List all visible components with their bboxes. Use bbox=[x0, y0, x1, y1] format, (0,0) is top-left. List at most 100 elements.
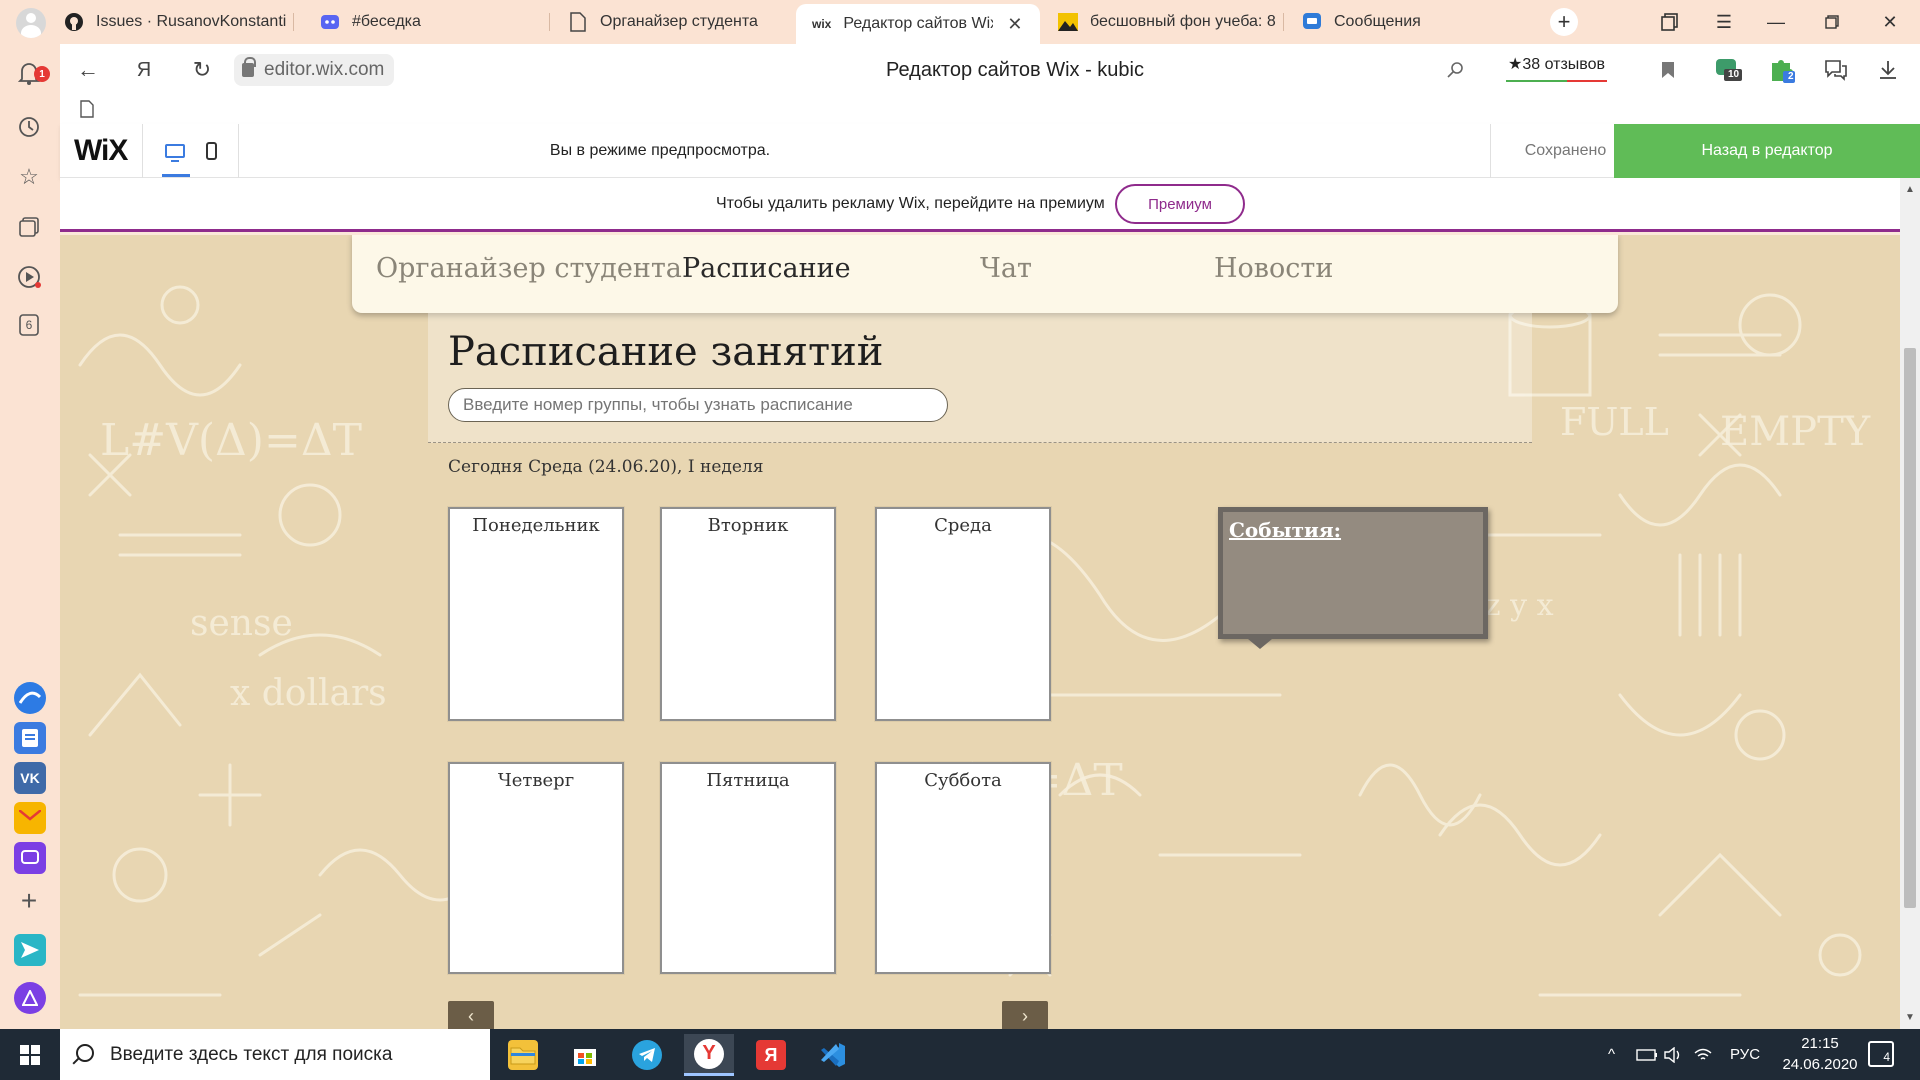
wifi-icon[interactable] bbox=[1694, 1029, 1712, 1080]
notifications-icon[interactable]: 4 bbox=[1868, 1041, 1894, 1067]
start-button[interactable] bbox=[0, 1029, 60, 1080]
mail-app-icon[interactable] bbox=[14, 802, 46, 834]
tab-discord[interactable]: #беседка bbox=[320, 4, 550, 40]
add-app-icon[interactable]: + bbox=[14, 885, 44, 916]
close-window-icon[interactable]: ✕ bbox=[1876, 8, 1904, 36]
next-week-button[interactable]: › bbox=[1002, 1001, 1048, 1029]
reload-icon[interactable]: ↻ bbox=[188, 56, 216, 84]
prev-week-button[interactable]: ‹ bbox=[448, 1001, 494, 1029]
store-icon[interactable] bbox=[560, 1034, 610, 1076]
bookmark-icon[interactable] bbox=[1654, 56, 1682, 84]
day-card-monday[interactable]: Понедельник bbox=[448, 507, 624, 721]
language-indicator[interactable]: РУС bbox=[1730, 1029, 1760, 1080]
tab-label: #беседка bbox=[352, 13, 421, 30]
show-hidden-icons-icon[interactable]: ^ bbox=[1608, 1029, 1615, 1080]
yandex-browser-icon[interactable]: Y bbox=[684, 1034, 734, 1076]
yandex-icon[interactable]: Я bbox=[746, 1034, 796, 1076]
lock-icon bbox=[242, 57, 256, 77]
restore-icon[interactable] bbox=[1818, 8, 1846, 36]
messenger-app-icon[interactable] bbox=[14, 842, 46, 874]
page-title: Редактор сайтов Wix - kubic bbox=[886, 59, 1144, 81]
day-card-thursday[interactable]: Четверг bbox=[448, 762, 624, 974]
tab-wix-editor[interactable]: wix Редактор сайтов Wix ✕ bbox=[796, 4, 1040, 44]
search-in-page-icon[interactable] bbox=[1442, 56, 1470, 84]
alice-assistant-icon[interactable] bbox=[14, 982, 46, 1014]
close-tab-icon[interactable]: ✕ bbox=[1007, 14, 1022, 35]
vk-messages-icon bbox=[1302, 12, 1322, 32]
file-icon[interactable] bbox=[80, 100, 94, 123]
chevron-left-icon: ‹ bbox=[468, 1005, 474, 1026]
clock-date: 24.06.2020 bbox=[1782, 1056, 1858, 1073]
file-explorer-icon[interactable] bbox=[498, 1034, 548, 1076]
schedule-header: Расписание занятий bbox=[428, 313, 1532, 443]
page-scrollbar[interactable]: ▲ ▼ bbox=[1900, 178, 1920, 1029]
scroll-down-icon[interactable]: ▼ bbox=[1904, 1012, 1916, 1024]
yandex-icon[interactable]: Я bbox=[130, 56, 158, 84]
wix-icon: wix bbox=[812, 17, 832, 31]
extension-puzzle-icon[interactable]: 2 bbox=[1768, 56, 1796, 84]
day-name: Среда bbox=[934, 515, 992, 536]
group-search-input[interactable] bbox=[448, 388, 948, 422]
scroll-up-icon[interactable]: ▲ bbox=[1904, 184, 1916, 196]
day-card-friday[interactable]: Пятница bbox=[660, 762, 836, 974]
battery-icon[interactable] bbox=[1636, 1029, 1658, 1080]
scrollbar-thumb[interactable] bbox=[1904, 348, 1916, 908]
vk-app-icon[interactable]: VK bbox=[14, 762, 46, 794]
day-name: Суббота bbox=[924, 770, 1002, 791]
extension-counter-icon[interactable]: 10 bbox=[1714, 56, 1742, 84]
tab-label: бесшовный фон учеба: 8 bbox=[1090, 13, 1276, 30]
volume-icon[interactable] bbox=[1664, 1029, 1682, 1080]
docs-app-icon[interactable] bbox=[14, 722, 46, 754]
taskbar-clock[interactable]: 21:15 24.06.2020 bbox=[1770, 1033, 1870, 1075]
day-card-wednesday[interactable]: Среда bbox=[875, 507, 1051, 721]
day-card-saturday[interactable]: Суббота bbox=[875, 762, 1051, 974]
ad-text: Чтобы удалить рекламу Wix, перейдите на … bbox=[716, 195, 1105, 212]
send-app-icon[interactable] bbox=[14, 934, 46, 966]
back-arrow-icon[interactable]: ← bbox=[74, 56, 102, 84]
menu-item-organizer[interactable]: Органайзер студента bbox=[376, 253, 682, 284]
favorites-star-icon[interactable]: ☆ bbox=[14, 162, 44, 192]
url-text: editor.wix.com bbox=[264, 59, 385, 80]
taskbar-search[interactable]: Введите здесь текст для поиска bbox=[60, 1029, 490, 1080]
chat-extension-icon[interactable] bbox=[1822, 56, 1850, 84]
vscode-icon[interactable] bbox=[808, 1034, 858, 1076]
day-name: Пятница bbox=[706, 770, 790, 791]
tabs-counter-icon[interactable]: 6 bbox=[14, 310, 44, 340]
events-box: События: bbox=[1218, 507, 1488, 639]
svg-text:EMPTY: EMPTY bbox=[1720, 409, 1871, 455]
reviews-badge[interactable]: ★38 отзывов bbox=[1506, 52, 1608, 82]
taskbar-search-placeholder: Введите здесь текст для поиска bbox=[110, 1043, 393, 1065]
premium-button[interactable]: Премиум bbox=[1115, 184, 1245, 224]
day-card-tuesday[interactable]: Вторник bbox=[660, 507, 836, 721]
video-play-icon[interactable] bbox=[14, 262, 44, 292]
tab-collections-icon[interactable] bbox=[1656, 8, 1684, 36]
wix-ad-banner: Чтобы удалить рекламу Wix, перейдите на … bbox=[60, 178, 1900, 232]
tab-github-issues[interactable]: Issues · RusanovKonstanti bbox=[64, 4, 294, 40]
notification-count: 4 bbox=[1883, 1050, 1890, 1064]
profile-avatar-icon[interactable] bbox=[16, 8, 46, 38]
minimize-icon[interactable]: — bbox=[1762, 8, 1790, 36]
menu-item-schedule[interactable]: Расписание bbox=[682, 253, 851, 284]
downloads-icon[interactable] bbox=[1874, 56, 1902, 84]
tab-label: Органайзер студента bbox=[600, 13, 758, 30]
menu-item-chat[interactable]: Чат bbox=[980, 253, 1032, 284]
browser-toolbar: ← Я ↻ editor.wix.com Редактор сайтов Wix… bbox=[60, 44, 1920, 96]
zen-app-icon[interactable] bbox=[14, 682, 46, 714]
menu-icon[interactable]: ☰ bbox=[1710, 8, 1738, 36]
preview-mode-message: Вы в режиме предпросмотра. bbox=[549, 142, 771, 159]
history-clock-icon[interactable] bbox=[14, 112, 44, 142]
discord-icon bbox=[320, 12, 340, 32]
tab-background-search[interactable]: бесшовный фон учеба: 8 bbox=[1058, 4, 1284, 40]
new-tab-button[interactable]: + bbox=[1550, 8, 1578, 36]
collections-icon[interactable] bbox=[14, 212, 44, 242]
tab-organizer[interactable]: Органайзер студента bbox=[568, 4, 788, 40]
day-name: Четверг bbox=[497, 770, 575, 791]
address-bar[interactable]: editor.wix.com bbox=[234, 54, 395, 86]
telegram-icon[interactable] bbox=[622, 1034, 672, 1076]
svg-text:FULL: FULL bbox=[1560, 400, 1669, 444]
back-to-editor-button[interactable]: Назад в редактор bbox=[1614, 124, 1920, 178]
tab-vk-messages[interactable]: Сообщения bbox=[1302, 4, 1522, 40]
tab-label: Редактор сайтов Wix bbox=[843, 15, 994, 32]
menu-item-news[interactable]: Новости bbox=[1214, 253, 1333, 284]
day-name: Понедельник bbox=[472, 515, 600, 536]
